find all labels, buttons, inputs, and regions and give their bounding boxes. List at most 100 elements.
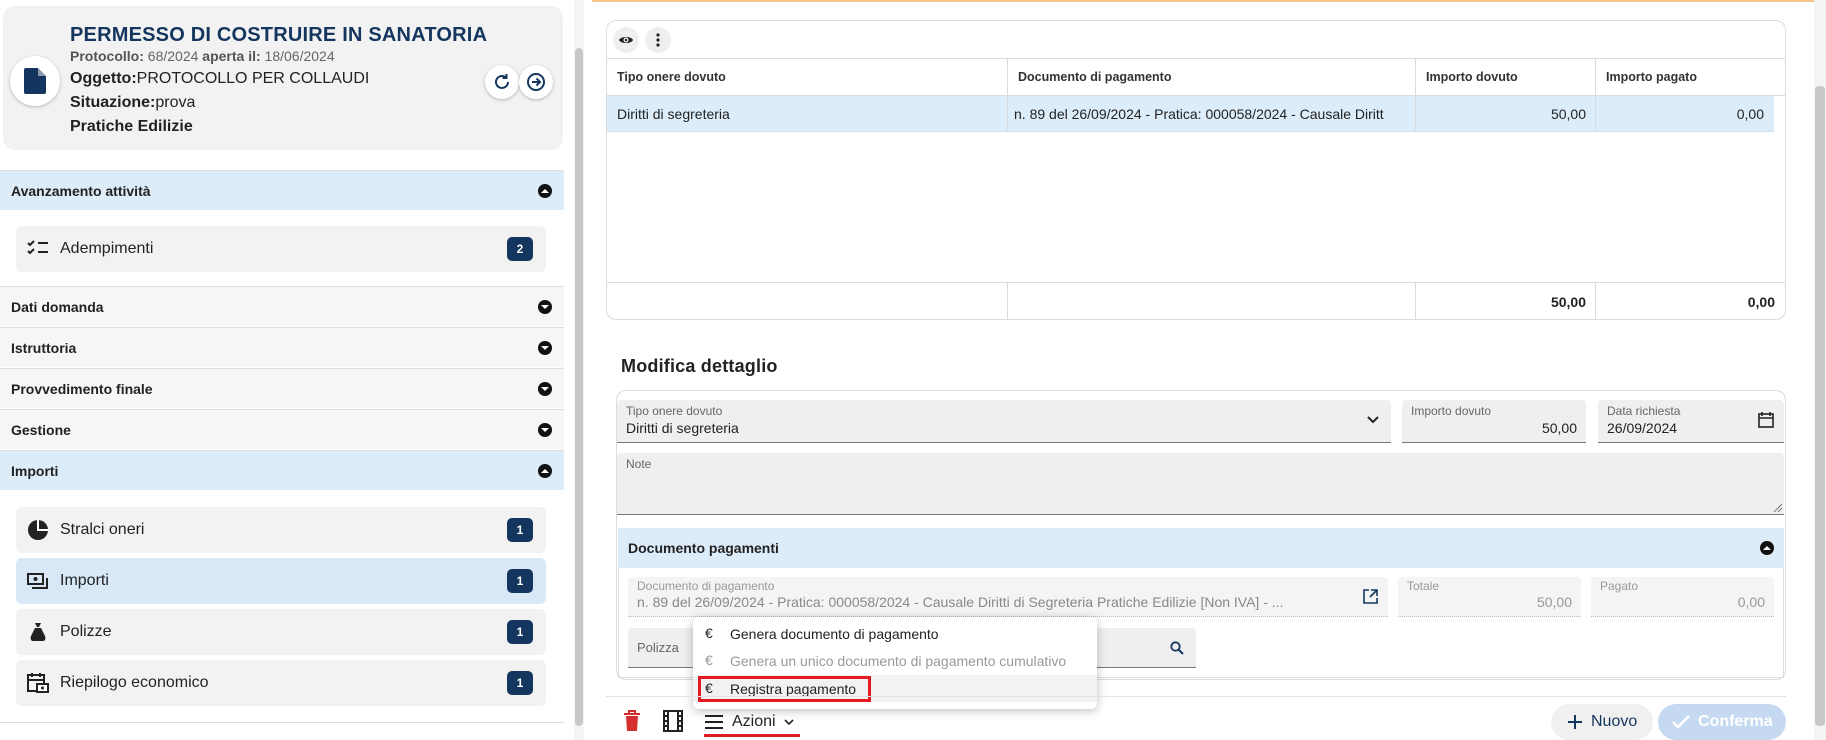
count-badge: 2: [507, 237, 533, 261]
protocollo-line: Protocollo: 68/2024 aperta il: 18/06/202…: [70, 48, 335, 64]
section-label: Avanzamento attività: [11, 182, 151, 199]
view-toggle-button[interactable]: [613, 27, 639, 53]
section-importi[interactable]: Importi: [0, 450, 564, 490]
field-value: 0,00: [1737, 594, 1765, 610]
protocollo-value: 68/2024: [147, 48, 199, 64]
calendar-money-icon: [27, 673, 49, 693]
sidebar-item-polizze[interactable]: Polizze 1: [16, 609, 546, 655]
count-badge: 1: [507, 518, 533, 542]
cell-documento[interactable]: n. 89 del 26/09/2024 - Pratica: 000058/2…: [1008, 96, 1416, 132]
section-label: Dati domanda: [11, 298, 104, 315]
item-label: Adempimenti: [60, 240, 154, 257]
money-bag-icon: [30, 623, 46, 641]
column-divider: [1595, 58, 1596, 132]
section-istruttoria[interactable]: Istruttoria: [0, 327, 564, 367]
nuovo-button[interactable]: Nuovo: [1551, 704, 1653, 740]
resize-handle-icon[interactable]: [1774, 504, 1782, 512]
count-badge: 1: [507, 671, 533, 695]
calendar-icon[interactable]: [1758, 412, 1774, 428]
field-label: Tipo onere dovuto: [626, 404, 723, 418]
menu-item-genera-cumulativo: € Genera un unico documento di pagamento…: [693, 647, 1097, 674]
chevron-up-icon: [538, 464, 552, 478]
section-provvedimento[interactable]: Provvedimento finale: [0, 368, 564, 408]
sidebar-item-adempimenti[interactable]: Adempimenti 2: [16, 226, 546, 272]
section-label: Provvedimento finale: [11, 380, 153, 397]
section-label: Importi: [11, 462, 59, 479]
open-button[interactable]: [519, 65, 553, 99]
practice-type: Pratiche Edilizie: [70, 118, 193, 135]
item-label: Riepilogo economico: [60, 674, 209, 691]
column-header-tipo[interactable]: Tipo onere dovuto: [607, 58, 1008, 96]
document-avatar: [10, 56, 60, 106]
documento-pagamento-field[interactable]: Documento di pagamento n. 89 del 26/09/2…: [628, 577, 1388, 617]
checklist-icon: [27, 240, 48, 255]
section-label: Gestione: [11, 421, 71, 438]
pagato-field: Pagato 0,00: [1591, 577, 1774, 617]
oggetto-line: Oggetto:PROTOCOLLO PER COLLAUDI: [70, 70, 369, 88]
right-scrollbar-thumb[interactable]: [1815, 86, 1825, 726]
section-dati-domanda[interactable]: Dati domanda: [0, 286, 564, 326]
section-gestione[interactable]: Gestione: [0, 409, 564, 449]
field-value: Diritti di segreteria: [626, 420, 739, 436]
situazione-label: Situazione:: [70, 94, 156, 111]
sidebar-item-stralci-oneri[interactable]: Stralci oneri 1: [16, 507, 546, 553]
column-header-pagato[interactable]: Importo pagato: [1596, 58, 1785, 96]
trash-icon: [624, 710, 640, 731]
field-value: 50,00: [1536, 594, 1572, 610]
field-label: Documento di pagamento: [637, 579, 775, 593]
chevron-up-icon: [538, 184, 552, 198]
azioni-label: Azioni: [732, 713, 776, 730]
menu-item-label: Genera documento di pagamento: [730, 625, 939, 642]
field-label: Totale: [1407, 579, 1440, 593]
azioni-highlight-underline: [704, 734, 800, 737]
importo-dovuto-field[interactable]: Importo dovuto 50,00: [1402, 400, 1586, 443]
refresh-button[interactable]: [485, 65, 519, 99]
aperta-value: 18/06/2024: [264, 48, 335, 64]
sidebar-item-riepilogo[interactable]: Riepilogo economico 1: [16, 660, 546, 706]
cell-tipo[interactable]: Diritti di segreteria: [607, 96, 1008, 132]
chevron-down-icon: [538, 382, 552, 396]
data-richiesta-field[interactable]: Data richiesta 26/09/2024: [1598, 400, 1784, 443]
delete-button[interactable]: [622, 710, 646, 736]
field-label: Importo dovuto: [1411, 404, 1492, 418]
menu-item-genera-documento[interactable]: € Genera documento di pagamento: [693, 620, 1097, 647]
open-external-icon[interactable]: [1363, 589, 1378, 604]
field-value: 26/09/2024: [1607, 420, 1678, 436]
field-value: n. 89 del 26/09/2024 - Pratica: 000058/2…: [637, 594, 1284, 610]
euro-icon: €: [705, 625, 713, 641]
field-label: Pagato: [1600, 579, 1639, 593]
tipo-onere-select[interactable]: Tipo onere dovuto Diritti di segreteria: [617, 400, 1391, 443]
more-options-button[interactable]: [645, 27, 671, 53]
item-label: Polizze: [60, 623, 112, 640]
column-divider: [1415, 58, 1416, 132]
column-header-documento[interactable]: Documento di pagamento: [1008, 58, 1416, 96]
refresh-icon: [495, 74, 509, 89]
conferma-label: Conferma: [1698, 713, 1773, 730]
left-panel: PERMESSO DI COSTRUIRE IN SANATORIA Proto…: [0, 0, 576, 740]
total-dovuto: 50,00: [1416, 282, 1596, 320]
more-vertical-icon: [656, 33, 660, 47]
situazione-value: prova: [155, 94, 196, 111]
documento-pagamenti-header[interactable]: Documento pagamenti: [618, 528, 1784, 568]
cell-pagato[interactable]: 0,00: [1596, 96, 1774, 132]
aperta-label: aperta il:: [202, 48, 261, 64]
oggetto-value: PROTOCOLLO PER COLLAUDI: [136, 70, 370, 87]
section-avanzamento[interactable]: Avanzamento attività: [0, 170, 564, 210]
search-icon[interactable]: [1170, 641, 1184, 655]
sidebar-item-importi[interactable]: Importi 1: [16, 558, 546, 604]
left-scrollbar-thumb[interactable]: [575, 48, 583, 726]
count-badge: 1: [507, 620, 533, 644]
euro-icon: €: [705, 652, 713, 668]
field-label: Note: [626, 457, 652, 471]
media-button[interactable]: [662, 710, 686, 736]
chevron-down-icon: [538, 300, 552, 314]
chevron-down-icon: [538, 341, 552, 355]
check-icon: [1672, 715, 1690, 729]
protocollo-label: Protocollo:: [70, 48, 144, 64]
divider: [0, 722, 564, 723]
conferma-button[interactable]: Conferma: [1658, 704, 1786, 740]
note-textarea[interactable]: Note: [617, 453, 1784, 515]
cell-dovuto[interactable]: 50,00: [1416, 96, 1596, 132]
footer-empty: [607, 282, 1008, 320]
column-header-dovuto[interactable]: Importo dovuto: [1416, 58, 1596, 96]
